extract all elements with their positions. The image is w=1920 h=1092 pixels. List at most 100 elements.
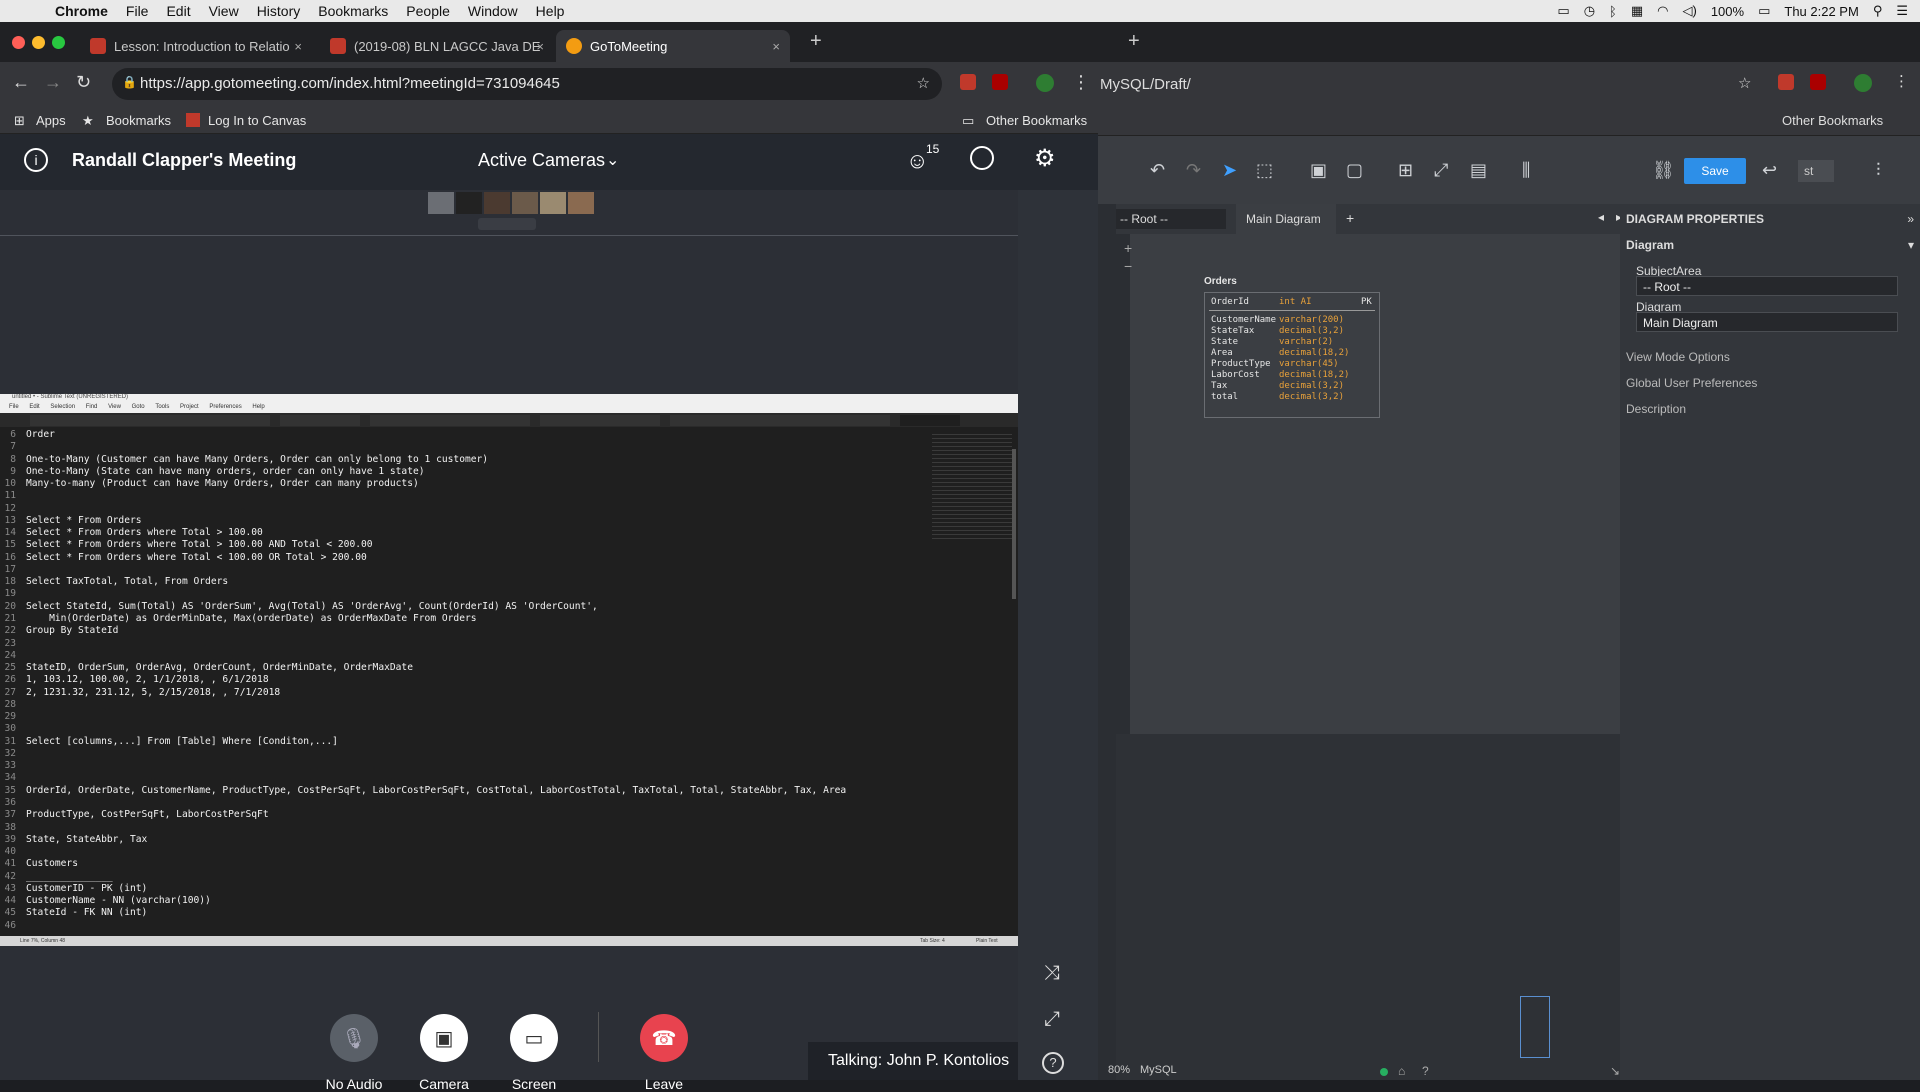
fit-icon[interactable]: ▢	[1346, 160, 1363, 181]
camera-off-icon[interactable]: ▣	[420, 1014, 468, 1062]
diagram-name-input[interactable]: Main Diagram	[1636, 312, 1898, 332]
shuffle-icon[interactable]: ⤨	[1044, 962, 1060, 985]
close-tab-icon[interactable]: ×	[536, 39, 544, 54]
time-machine-icon[interactable]: ◷	[1584, 3, 1595, 19]
subject-area-select[interactable]: -- Root --	[1636, 276, 1898, 296]
chevron-down-icon[interactable]: ▾	[1908, 238, 1914, 252]
menu-view[interactable]: View	[200, 3, 248, 19]
save-button[interactable]: Save	[1684, 158, 1746, 184]
chevron-down-icon[interactable]: ⌄	[606, 150, 619, 170]
bookmark-star-icon[interactable]: ☆	[917, 74, 930, 92]
ublock-icon[interactable]	[992, 74, 1008, 90]
bookmark-apps[interactable]: Apps	[36, 113, 66, 128]
camera-thumbnail[interactable]	[484, 192, 510, 214]
help-icon[interactable]: ?	[1042, 1052, 1064, 1074]
properties-toggle-icon[interactable]: ⫶	[1876, 160, 1881, 181]
airplay-icon[interactable]: ▭	[1557, 3, 1569, 19]
zoom-in-icon[interactable]: +	[1124, 240, 1132, 256]
collapse-panel-icon[interactable]: »	[1907, 212, 1914, 226]
camera-thumbnail[interactable]	[428, 192, 454, 214]
leave-phone-icon[interactable]: ☎	[640, 1014, 688, 1062]
columns-icon[interactable]: ⫼	[1522, 160, 1530, 181]
camera-thumbnail[interactable]	[568, 192, 594, 214]
menu-history[interactable]: History	[248, 3, 310, 19]
ublock-icon[interactable]	[1810, 74, 1826, 90]
battery-icon[interactable]: ▭	[1758, 3, 1770, 19]
tab-bln[interactable]: (2019-08) BLN LAGCC Java DE ×	[320, 30, 554, 62]
undo-icon[interactable]: ↶	[1150, 160, 1165, 181]
section-diagram[interactable]: Diagram	[1626, 238, 1674, 252]
bookmark-other[interactable]: Other Bookmarks	[986, 113, 1087, 128]
menu-edit[interactable]: Edit	[157, 3, 199, 19]
camera-thumbnail[interactable]	[540, 192, 566, 214]
help-icon[interactable]: ?	[1422, 1064, 1429, 1078]
new-tab-icon[interactable]: +	[1128, 30, 1140, 53]
relation-icon[interactable]: ⤢	[1434, 160, 1448, 181]
zoom-level[interactable]: 80%	[1108, 1064, 1130, 1076]
extension-icon[interactable]	[960, 74, 976, 90]
url-input[interactable]: 🔒 https://app.gotomeeting.com/index.html…	[112, 68, 942, 100]
bg-url[interactable]: MySQL/Draft/	[1100, 76, 1191, 93]
star-icon[interactable]: ☆	[1738, 74, 1751, 92]
tab-gotomeeting[interactable]: GoToMeeting ×	[556, 30, 790, 62]
menu-window[interactable]: Window	[459, 3, 527, 19]
menu-file[interactable]: File	[117, 3, 158, 19]
wifi-icon[interactable]: ◠	[1657, 3, 1668, 19]
notification-center-icon[interactable]: ☰	[1896, 3, 1908, 19]
profile-avatar[interactable]	[1854, 74, 1872, 92]
thumbnail-drag-handle[interactable]	[478, 218, 536, 230]
new-tab-icon[interactable]: +	[810, 30, 822, 53]
profile-avatar[interactable]	[1036, 74, 1054, 92]
note-icon[interactable]: ▤	[1470, 160, 1487, 181]
chat-icon[interactable]	[970, 146, 994, 170]
menu-bookmarks[interactable]: Bookmarks	[309, 3, 397, 19]
add-diagram-icon[interactable]: +	[1346, 210, 1354, 226]
menu-people[interactable]: People	[397, 3, 459, 19]
lock-icon[interactable]: 🔒	[122, 75, 137, 89]
chrome-menu-icon[interactable]: ⋮	[1072, 72, 1090, 93]
user-menu[interactable]: st	[1798, 160, 1834, 182]
pointer-icon[interactable]: ➤	[1222, 160, 1237, 181]
scroll-left-icon[interactable]: ◂	[1598, 210, 1604, 224]
bookmark-bookmarks[interactable]: Bookmarks	[106, 113, 171, 128]
revert-icon[interactable]: ↩	[1762, 160, 1777, 181]
battery-percent[interactable]: 100%	[1711, 4, 1744, 19]
bookmark-canvas[interactable]: Log In to Canvas	[208, 113, 306, 128]
zoom-out-icon[interactable]: −	[1124, 258, 1132, 274]
select-rect-icon[interactable]: ⬚	[1256, 160, 1273, 181]
forward-icon[interactable]: →	[44, 72, 62, 93]
mute-mic-icon[interactable]: 🎙	[330, 1014, 378, 1062]
apps-grid-icon[interactable]: ⊞	[14, 113, 25, 129]
close-tab-icon[interactable]: ×	[294, 39, 302, 54]
bluetooth-icon[interactable]: ᛒ	[1609, 4, 1617, 19]
link-icon[interactable]: ⛓	[1652, 160, 1675, 181]
extension-icon[interactable]	[1778, 74, 1794, 90]
settings-gear-icon[interactable]: ⚙	[1034, 144, 1056, 173]
resize-icon[interactable]: ↘	[1610, 1064, 1620, 1078]
zoom-100-icon[interactable]: ▣	[1310, 160, 1327, 181]
menu-help[interactable]: Help	[527, 3, 574, 19]
minimize-window-icon[interactable]	[32, 36, 45, 49]
redo-icon[interactable]: ↷	[1186, 160, 1201, 181]
reload-icon[interactable]: ↻	[76, 72, 91, 93]
zoom-window-icon[interactable]	[52, 36, 65, 49]
view-mode-options[interactable]: View Mode Options	[1626, 350, 1730, 364]
menu-app-name[interactable]: Chrome	[46, 3, 117, 19]
root-select[interactable]: -- Root --	[1116, 209, 1226, 229]
tab-main-diagram[interactable]: Main Diagram	[1236, 204, 1336, 234]
menu-kebab-icon[interactable]: ⋮	[1894, 72, 1909, 90]
camera-thumbnail[interactable]	[512, 192, 538, 214]
view-mode-dropdown[interactable]: Active Cameras	[478, 150, 605, 171]
screen-share-icon[interactable]: ▭	[510, 1014, 558, 1062]
close-window-icon[interactable]	[12, 36, 25, 49]
volume-icon[interactable]: ◁)	[1683, 3, 1697, 19]
back-icon[interactable]: ←	[12, 72, 30, 93]
clock[interactable]: Thu 2:22 PM	[1784, 4, 1858, 19]
description-section[interactable]: Description	[1626, 402, 1686, 416]
info-icon[interactable]: i	[24, 148, 48, 172]
camera-thumbnail[interactable]	[456, 192, 482, 214]
tab-lesson[interactable]: Lesson: Introduction to Relatio ×	[80, 30, 312, 62]
global-user-preferences[interactable]: Global User Preferences	[1626, 376, 1757, 390]
keyboard-icon[interactable]: ▦	[1631, 3, 1643, 19]
table-icon[interactable]: ⊞	[1398, 160, 1413, 181]
